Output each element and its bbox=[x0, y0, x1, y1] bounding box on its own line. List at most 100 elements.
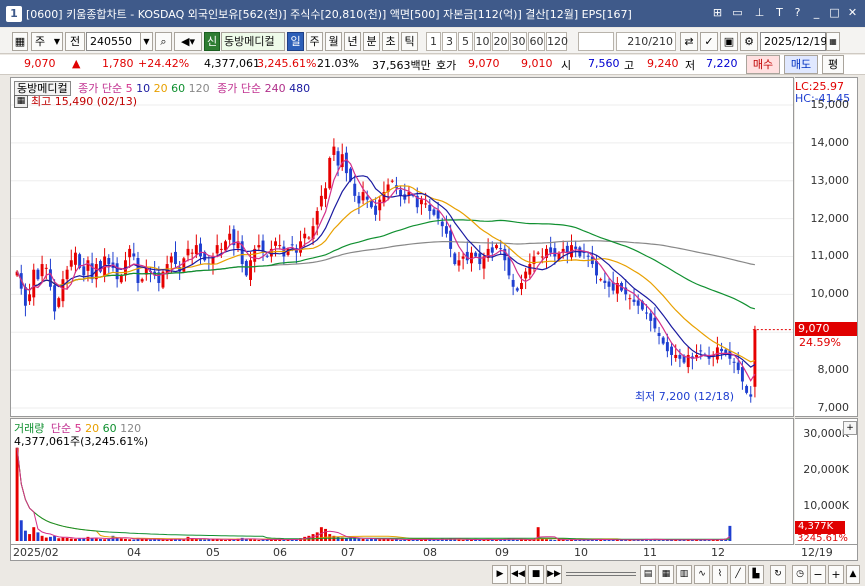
candle-body bbox=[265, 255, 269, 257]
gear-icon[interactable]: ⚙ bbox=[740, 32, 758, 51]
wave-icon[interactable]: ∿ bbox=[694, 565, 710, 584]
buy-button[interactable]: 매수 bbox=[746, 55, 780, 74]
market-select[interactable]: 주 ▼ bbox=[31, 32, 63, 51]
period-button[interactable]: 초 bbox=[382, 32, 399, 51]
candle-body bbox=[290, 244, 294, 246]
rewind-icon[interactable]: ◀◀ bbox=[510, 565, 526, 584]
sound-icon[interactable]: ◀▾ bbox=[174, 32, 202, 51]
interval-button[interactable]: 5 bbox=[458, 32, 473, 51]
period-button[interactable]: 월 bbox=[325, 32, 342, 51]
kind-select[interactable]: 전 bbox=[65, 32, 85, 51]
volume-bar bbox=[15, 447, 19, 541]
candle-body bbox=[140, 279, 144, 282]
candle-body bbox=[403, 194, 407, 200]
period-button[interactable]: 분 bbox=[363, 32, 380, 51]
volume-chart[interactable]: 거래량 단순 5 20 60 120 4,377,061주(3,245.61%) bbox=[10, 418, 794, 545]
credit-badge[interactable]: 신 bbox=[204, 32, 220, 51]
volume-bar bbox=[603, 539, 607, 541]
scroll-slider[interactable] bbox=[566, 572, 636, 576]
compare-icon[interactable]: ⇄ bbox=[680, 32, 698, 51]
candle-body bbox=[449, 230, 453, 249]
interval-button[interactable]: 30 bbox=[510, 32, 527, 51]
price-chart[interactable]: 동방메디컬 종가 단순 5 10 20 60 120 종가 단순 240 480… bbox=[10, 77, 794, 417]
candle-body bbox=[36, 269, 40, 280]
volume-bar bbox=[98, 538, 102, 541]
candle-body bbox=[307, 237, 311, 239]
stop-icon[interactable]: ■ bbox=[528, 565, 544, 584]
candle-body bbox=[540, 256, 544, 258]
interval-input[interactable] bbox=[578, 32, 614, 51]
volume-bar bbox=[399, 539, 403, 541]
zoom-box-icon[interactable]: ▤ bbox=[640, 565, 656, 584]
interval-button[interactable]: 1 bbox=[426, 32, 441, 51]
save-icon[interactable]: ▣ bbox=[720, 32, 738, 51]
calendar-icon[interactable]: ▦ bbox=[826, 32, 840, 51]
checkmark-icon[interactable]: ✓ bbox=[700, 32, 718, 51]
candle-body bbox=[453, 253, 457, 265]
volume-ratio: 3,245.61% bbox=[257, 57, 317, 70]
volume-bar bbox=[48, 536, 52, 541]
volume-bar bbox=[490, 539, 494, 541]
candle-body bbox=[28, 294, 32, 302]
play-icon[interactable]: ▶ bbox=[492, 565, 508, 584]
interval-button[interactable]: 10 bbox=[474, 32, 491, 51]
zoom-in-button[interactable]: + bbox=[828, 565, 844, 584]
refresh-icon[interactable]: ↻ bbox=[770, 565, 786, 584]
window-title: [0600] 키움종합차트 - KOSDAQ 외국인보유[562(천)] 주식수… bbox=[26, 7, 632, 21]
candle-body bbox=[190, 252, 194, 254]
hoga-ask: 9,070 bbox=[468, 57, 500, 70]
candle-body bbox=[586, 255, 590, 257]
period-button[interactable]: 주 bbox=[306, 32, 323, 51]
date-input[interactable]: 2025/12/19 bbox=[760, 32, 827, 51]
high-price: 9,240 bbox=[647, 57, 679, 70]
grid-view-icon[interactable]: ▦ bbox=[658, 565, 674, 584]
period-button[interactable]: 일 bbox=[287, 32, 304, 51]
volume-bar bbox=[73, 538, 77, 541]
candle-body bbox=[457, 260, 461, 266]
turnover-rate: 21.03% bbox=[317, 57, 359, 70]
link-icon[interactable]: ⊞ bbox=[710, 5, 725, 20]
interval-button[interactable]: 120 bbox=[546, 32, 568, 51]
period-button[interactable]: 년 bbox=[344, 32, 361, 51]
triangle-icon[interactable]: ▲ bbox=[846, 565, 860, 584]
bar-view-icon[interactable]: ▥ bbox=[676, 565, 692, 584]
volume-bar bbox=[315, 532, 319, 541]
interval-button[interactable]: 60 bbox=[528, 32, 545, 51]
restore-icon[interactable]: ▭ bbox=[730, 5, 745, 20]
sell-button[interactable]: 매도 bbox=[784, 55, 818, 74]
close-button[interactable]: ✕ bbox=[845, 5, 860, 20]
interval-button[interactable]: 20 bbox=[492, 32, 509, 51]
volume-bar bbox=[182, 539, 186, 541]
legend-ma20: 20 bbox=[153, 82, 168, 95]
candle-body bbox=[628, 298, 632, 300]
font-icon[interactable]: T bbox=[772, 5, 787, 20]
volume-bar bbox=[457, 539, 461, 541]
pin-icon[interactable]: ⊥ bbox=[752, 5, 767, 20]
plus-icon[interactable]: + bbox=[843, 421, 857, 435]
fast-forward-icon[interactable]: ▶▶ bbox=[546, 565, 562, 584]
trend-icon[interactable]: ⌇ bbox=[712, 565, 728, 584]
search-icon[interactable]: ⌕ bbox=[155, 32, 172, 51]
volume-bar bbox=[119, 538, 123, 541]
code-dropdown[interactable]: ▼ bbox=[140, 32, 153, 51]
current-price-tag: 9,070 bbox=[795, 322, 857, 336]
date-tick: 08 bbox=[423, 546, 437, 559]
maximize-button[interactable]: □ bbox=[827, 5, 842, 20]
minimize-button[interactable]: _ bbox=[809, 5, 824, 20]
volume-bar bbox=[515, 539, 519, 541]
help-icon[interactable]: ? bbox=[790, 5, 805, 20]
interval-button[interactable]: 3 bbox=[442, 32, 457, 51]
clock-icon[interactable]: ◷ bbox=[792, 565, 808, 584]
open-label: 시 bbox=[561, 59, 572, 72]
volume-bar bbox=[203, 539, 207, 541]
volume-bar bbox=[94, 538, 98, 541]
layout-icon[interactable]: ▦ bbox=[12, 32, 28, 51]
avg-button[interactable]: 평 bbox=[822, 55, 844, 74]
zoom-out-button[interactable]: − bbox=[810, 565, 826, 584]
grid-icon[interactable]: ▦ bbox=[14, 95, 28, 108]
candle-body bbox=[674, 354, 678, 358]
chart-icon[interactable]: ▙ bbox=[748, 565, 764, 584]
period-button[interactable]: 틱 bbox=[401, 32, 418, 51]
line-icon[interactable]: ╱ bbox=[730, 565, 746, 584]
candle-body bbox=[65, 269, 69, 280]
